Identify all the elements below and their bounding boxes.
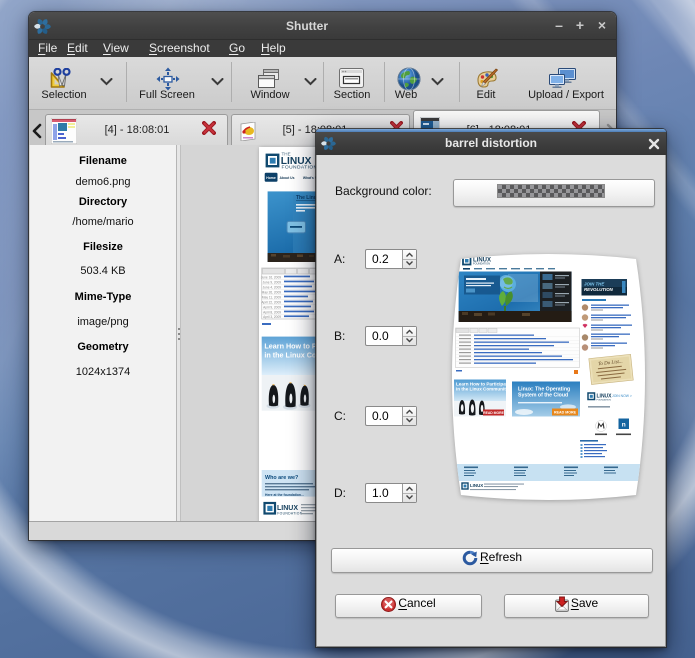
svg-text:June 16, 2009: June 16, 2009 [261, 275, 281, 279]
svg-text:About Us: About Us [279, 176, 294, 180]
svg-text:FOUNDATION: FOUNDATION [282, 165, 318, 171]
svg-text:Learn How to P: Learn How to P [264, 342, 317, 351]
svg-text:May 26, 2009: May 26, 2009 [262, 290, 282, 294]
svg-text:n: n [622, 422, 626, 429]
svg-text:in the Linux Community: in the Linux Community [456, 387, 509, 392]
svg-text:April 22, 2009: April 22, 2009 [261, 300, 281, 304]
svg-text:April 8, 2009: April 8, 2009 [263, 310, 281, 314]
svg-text:READ MORE: READ MORE [554, 411, 577, 415]
svg-text:in the Linux Co: in the Linux Co [264, 351, 317, 360]
svg-text:LINUX: LINUX [470, 483, 483, 488]
svg-text:Home: Home [266, 176, 276, 180]
svg-text:FOUNDATION: FOUNDATION [473, 262, 490, 266]
svg-text:JOIN THE: JOIN THE [584, 282, 605, 287]
svg-text:Who are we?: Who are we? [265, 475, 298, 481]
svg-text:System of the Cloud: System of the Cloud [518, 393, 568, 399]
svg-text:FOUNDATION: FOUNDATION [277, 512, 302, 516]
svg-text:May 11, 2009: May 11, 2009 [262, 295, 281, 299]
svg-text:June 4, 2009: June 4, 2009 [263, 285, 282, 289]
svg-text:June 9, 2009: June 9, 2009 [263, 280, 282, 284]
svg-text:READ MORE: READ MORE [483, 411, 504, 415]
svg-text:FOUNDATION: FOUNDATION [597, 398, 612, 401]
svg-text:April 9, 2009: April 9, 2009 [263, 305, 281, 309]
svg-text:REVOLUTION: REVOLUTION [584, 287, 614, 292]
svg-text:Here at the foundation...: Here at the foundation... [265, 493, 304, 497]
svg-text:April 3, 2009: April 3, 2009 [263, 315, 281, 319]
svg-text:JOIN NOW >: JOIN NOW > [612, 394, 632, 398]
